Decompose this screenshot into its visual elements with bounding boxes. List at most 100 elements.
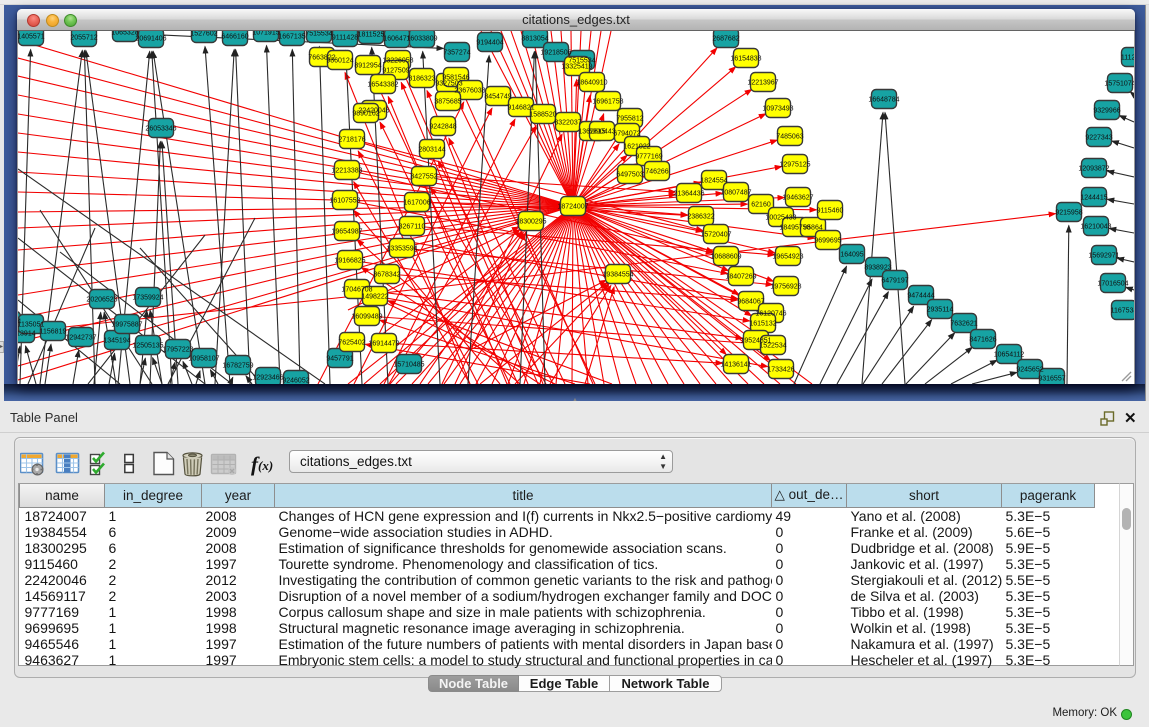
svg-text:19463627: 19463627 [782, 195, 813, 202]
svg-text:8471626: 8471626 [969, 337, 996, 344]
svg-text:9860124: 9860124 [326, 58, 353, 65]
svg-text:8912954: 8912954 [354, 63, 381, 70]
svg-text:9215958: 9215958 [1055, 210, 1082, 217]
svg-text:746266: 746266 [645, 169, 668, 176]
svg-text:2386322: 2386322 [687, 214, 714, 221]
svg-text:2803144: 2803144 [418, 147, 445, 154]
svg-text:18724007: 18724007 [557, 204, 588, 211]
svg-text:18407269: 18407269 [725, 274, 756, 281]
svg-text:1617006: 1617006 [403, 200, 430, 207]
svg-text:1112661: 1112661 [1121, 55, 1134, 62]
svg-text:2055712: 2055712 [70, 35, 97, 42]
svg-text:19384554: 19384554 [602, 272, 633, 279]
svg-text:13226058: 13226058 [382, 58, 413, 65]
svg-text:15751074: 15751074 [1104, 81, 1134, 88]
svg-text:16154838: 16154838 [730, 56, 761, 63]
svg-text:12093872: 12093872 [1078, 166, 1109, 173]
svg-text:6466160: 6466160 [221, 34, 248, 41]
svg-text:12975125: 12975125 [779, 162, 810, 169]
svg-text:1244415: 1244415 [1080, 195, 1107, 202]
svg-text:9245652: 9245652 [1016, 367, 1043, 374]
svg-text:1733426: 1733426 [767, 367, 794, 374]
svg-text:8938923: 8938923 [864, 265, 891, 272]
svg-text:10958107: 10958107 [188, 356, 219, 363]
svg-text:164095: 164095 [840, 252, 863, 259]
svg-text:6497503: 6497503 [616, 172, 643, 179]
svg-text:10025433: 10025433 [765, 215, 796, 222]
svg-text:9115460: 9115460 [817, 208, 844, 215]
svg-text:17957223: 17957223 [162, 347, 193, 354]
svg-text:8427552: 8427552 [410, 174, 437, 181]
svg-text:8813054: 8813054 [521, 36, 548, 43]
svg-text:10807487: 10807487 [720, 190, 751, 197]
svg-text:9329966: 9329966 [1093, 108, 1120, 115]
svg-text:1615132: 1615132 [749, 321, 776, 328]
svg-text:10973493: 10973493 [762, 106, 793, 113]
svg-text:7632621: 7632621 [950, 321, 977, 328]
svg-text:10654112: 10654112 [994, 352, 1025, 359]
svg-text:9246052: 9246052 [282, 378, 309, 385]
svg-text:3875685: 3875685 [434, 99, 461, 106]
svg-text:10688609: 10688609 [710, 254, 741, 261]
svg-text:16033809: 16033809 [406, 36, 437, 43]
svg-text:20206523: 20206523 [86, 297, 117, 304]
svg-text:13325419: 13325419 [561, 64, 592, 71]
svg-text:8186323: 8186323 [408, 76, 435, 83]
svg-text:6990443: 6990443 [588, 129, 615, 136]
svg-text:16961758: 16961758 [592, 99, 623, 106]
svg-text:19756928: 19756928 [770, 284, 801, 291]
svg-text:21364436: 21364436 [673, 191, 704, 198]
svg-text:9194404: 9194404 [476, 40, 503, 47]
svg-text:17359924: 17359924 [132, 295, 163, 302]
svg-text:7625402: 7625402 [338, 340, 365, 347]
svg-text:16107553: 16107553 [329, 198, 360, 205]
svg-text:8678342: 8678342 [373, 272, 400, 279]
svg-text:1498222: 1498222 [361, 294, 388, 301]
svg-text:1588520: 1588520 [529, 112, 556, 119]
svg-text:6794072: 6794072 [613, 131, 640, 138]
svg-text:9581546: 9581546 [442, 75, 469, 82]
svg-text:1405571: 1405571 [18, 34, 45, 41]
svg-text:9146821: 9146821 [507, 105, 534, 112]
svg-text:16099489: 16099489 [351, 314, 382, 321]
svg-text:12213383: 12213383 [331, 168, 362, 175]
svg-text:1522534: 1522534 [759, 343, 786, 350]
svg-text:3267110: 3267110 [399, 224, 426, 231]
svg-text:8322037: 8322037 [554, 120, 581, 127]
svg-text:1156819: 1156819 [40, 329, 67, 336]
svg-text:19654923: 19654923 [772, 254, 803, 261]
svg-text:17016504: 17016504 [1097, 281, 1128, 288]
svg-text:1667135: 1667135 [278, 34, 305, 41]
svg-text:2935114: 2935114 [927, 307, 954, 314]
svg-text:1811525: 1811525 [358, 32, 385, 39]
svg-text:26053346: 26053346 [145, 126, 176, 133]
svg-text:16782759: 16782759 [222, 363, 253, 370]
svg-text:9111428: 9111428 [332, 35, 358, 42]
svg-text:17046708: 17046708 [341, 287, 372, 294]
svg-text:1071915: 1071915 [252, 31, 279, 37]
svg-text:95864: 95864 [803, 225, 823, 232]
svg-text:15692971: 15692971 [1088, 253, 1119, 260]
svg-text:18300295: 18300295 [515, 219, 546, 226]
svg-text:16210043: 16210043 [1080, 224, 1111, 231]
svg-text:15720407: 15720407 [700, 232, 731, 239]
svg-text:9684067: 9684067 [737, 299, 764, 306]
svg-text:7515534: 7515534 [305, 31, 332, 38]
svg-text:23676038: 23676038 [454, 88, 485, 95]
svg-text:12942737: 12942737 [65, 335, 96, 342]
svg-text:7955812: 7955812 [616, 116, 643, 123]
svg-text:14136141: 14136141 [720, 362, 751, 369]
svg-text:19654987: 19654987 [331, 229, 362, 236]
svg-text:12923466: 12923466 [252, 375, 283, 382]
svg-text:1135051: 1135051 [18, 322, 44, 329]
svg-text:13353594: 13353594 [386, 246, 417, 253]
svg-text:12505135: 12505135 [132, 343, 163, 350]
svg-text:3913914: 3913914 [18, 331, 36, 338]
svg-text:19218506: 19218506 [540, 50, 571, 57]
svg-text:16648784: 16648784 [868, 97, 899, 104]
svg-text:19166825: 19166825 [334, 258, 365, 265]
svg-text:9699695: 9699695 [814, 238, 841, 245]
svg-text:18640910: 18640910 [576, 80, 607, 87]
svg-text:9474444: 9474444 [907, 293, 934, 300]
svg-text:9327503: 9327503 [435, 81, 462, 88]
